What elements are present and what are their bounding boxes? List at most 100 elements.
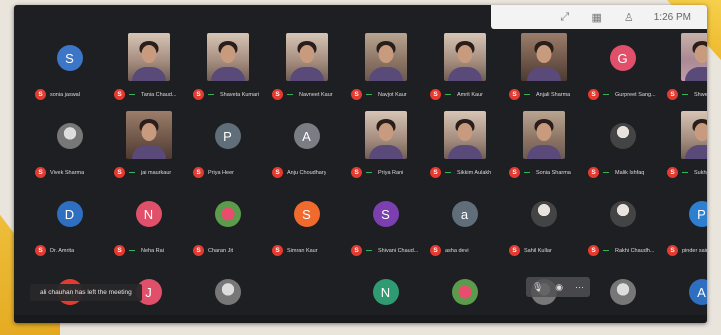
participant-name-bar: Sasha devi xyxy=(430,245,469,256)
participant-name: Sikkim Aulakh xyxy=(457,169,492,176)
participant-name: jai maurkaur xyxy=(141,169,172,176)
participant-avatar xyxy=(451,279,478,305)
more-icon[interactable]: ⋯ xyxy=(575,282,584,293)
fullscreen-icon[interactable]: ⤢ xyxy=(558,11,572,23)
speaker-badge-icon: S xyxy=(193,89,204,100)
participant-tile[interactable]: SAABID AMIN xyxy=(425,263,504,323)
participant-name-bar: Spinder saini xyxy=(667,245,707,256)
participant-video xyxy=(443,111,486,159)
speaker-badge-icon: S xyxy=(430,167,441,178)
participant-tile[interactable]: S Navjot Kaur xyxy=(346,29,425,107)
participant-cell: S Tania Chaud... xyxy=(112,31,185,105)
participant-tile[interactable]: S Priya Rani xyxy=(346,107,425,185)
participant-cell: S Anjali Sharma xyxy=(507,31,580,105)
participant-name-bar: S Anjali Sharma xyxy=(509,89,570,100)
camera-icon[interactable]: ◉ xyxy=(555,282,563,293)
participant-name: Navjot Kaur xyxy=(378,91,407,98)
participant-tile[interactable]: S Charan Jit xyxy=(188,185,267,263)
speaker-badge-icon: S xyxy=(193,245,204,256)
participant-tile[interactable]: SSimran Rai xyxy=(188,263,267,323)
participant-cell: P S Priya Heer xyxy=(191,109,264,183)
participant-cell: S Navjot Kaur xyxy=(349,31,422,105)
participant-video xyxy=(680,111,707,159)
participant-tile[interactable]: S S Simran Kaur xyxy=(267,185,346,263)
participant-avatar: N xyxy=(135,201,162,227)
participant-tile[interactable]: a Sasha devi xyxy=(425,185,504,263)
participant-cell: S Shaveta Kumari xyxy=(191,31,264,105)
participant-name: Priya Heer xyxy=(208,169,234,176)
participant-avatar xyxy=(56,123,83,149)
status-bar: ⤢ ▦ ♙ 1:26 PM xyxy=(491,5,707,29)
participant-name-bar: S Priya Heer xyxy=(193,167,234,178)
participant-tile[interactable]: G S Gurpreet Sang... xyxy=(583,29,662,107)
participant-cell: G S Gurpreet Sang... xyxy=(586,31,659,105)
participant-video xyxy=(443,33,486,81)
participant-cell: D S Dr. Amrita xyxy=(33,187,106,261)
participant-tile[interactable]: S Amrit Kaur xyxy=(425,29,504,107)
floating-controls[interactable]: 🎙 ◉ ⋯ xyxy=(526,277,590,297)
participant-name-bar: S Malik Ishfaq xyxy=(588,167,644,178)
participant-video xyxy=(206,33,249,81)
participant-tile[interactable]: S Shaveta Kumari xyxy=(188,29,267,107)
avatar-initial: D xyxy=(64,206,75,222)
participant-video xyxy=(127,33,170,81)
participant-cell: S Sukhpreet Kaur xyxy=(665,109,707,183)
participant-cell: S Sahil Kullar xyxy=(507,187,580,261)
participant-tile[interactable] xyxy=(267,263,346,323)
participant-tile[interactable]: S Ssonia jaswal xyxy=(30,29,109,107)
participant-avatar: S xyxy=(293,201,320,227)
participant-avatar xyxy=(214,279,241,305)
speaker-badge-icon: S xyxy=(35,167,46,178)
participant-tile[interactable]: S Rakhi Chaudh... xyxy=(583,185,662,263)
participant-avatar: P xyxy=(214,123,241,149)
participant-tile[interactable]: P S Priya Heer xyxy=(188,107,267,185)
participant-tile[interactable]: NSNishma Sahota xyxy=(346,263,425,323)
participant-tile[interactable]: S Sahil Kullar xyxy=(504,185,583,263)
participant-tile[interactable]: S Sikkim Aulakh xyxy=(425,107,504,185)
mic-icon[interactable]: 🎙 xyxy=(532,282,543,293)
participant-tile[interactable]: A S Anju Choudhary xyxy=(267,107,346,185)
people-icon[interactable]: ♙ xyxy=(622,11,636,24)
participant-name: Vivek Sharma xyxy=(50,169,85,176)
participant-tile[interactable]: S Shweta singh xyxy=(662,29,707,107)
participant-cell: S S Shivani Chaud... xyxy=(349,187,422,261)
participant-video xyxy=(364,33,407,81)
speaker-badge-icon: S xyxy=(509,89,520,100)
participant-tile[interactable]: N S Neha Rai xyxy=(109,185,188,263)
participant-tile[interactable]: S Vivek Sharma xyxy=(30,107,109,185)
participant-tile[interactable]: S Anjali Sharma xyxy=(504,29,583,107)
participant-tile[interactable]: S Navneet Kaur xyxy=(267,29,346,107)
participant-name: Charan Jit xyxy=(208,247,234,254)
audio-level-icon xyxy=(445,94,451,95)
participant-tile[interactable]: D S Dr. Amrita xyxy=(30,185,109,263)
avatar-initial: a xyxy=(460,206,469,222)
participant-tile[interactable]: Sjai maurkaur xyxy=(109,107,188,185)
participant-cell: S Priya Rani xyxy=(349,109,422,183)
participant-name: Shweta singh xyxy=(694,91,707,98)
participant-tile[interactable]: P Spinder saini xyxy=(662,185,707,263)
avatar-initial: S xyxy=(381,206,390,222)
participant-name: Shivani Chaud... xyxy=(378,247,419,254)
participant-tile[interactable]: S Tania Chaud... xyxy=(109,29,188,107)
audio-level-icon xyxy=(603,250,609,251)
participant-avatar: S xyxy=(372,201,399,227)
grid-view-icon[interactable]: ▦ xyxy=(590,11,604,24)
participant-tile[interactable]: S S Shivani Chaud... xyxy=(346,185,425,263)
participant-tile[interactable]: S Malik Ishfaq xyxy=(583,107,662,185)
participant-cell: a Sasha devi xyxy=(428,187,501,261)
speaker-badge-icon: S xyxy=(509,167,520,178)
participant-tile[interactable]: ASAjay Suman xyxy=(662,263,707,323)
participant-row: S Ssonia jaswal S Tania Chaud... S Shaveta Ku… xyxy=(30,29,707,107)
participant-avatar xyxy=(214,201,241,227)
participant-avatar: A xyxy=(293,123,320,149)
audio-level-icon xyxy=(524,94,530,95)
participant-tile[interactable]: S Sonia Sharma xyxy=(504,107,583,185)
speaker-badge-icon: S xyxy=(272,89,283,100)
participant-name: Anju Choudhary xyxy=(287,169,327,176)
avatar-initial: N xyxy=(143,206,154,222)
participant-tile[interactable]: SSukhdeep Off... xyxy=(583,263,662,323)
participant-name: Sonia Sharma xyxy=(536,169,571,176)
participant-tile[interactable]: S Sukhpreet Kaur xyxy=(662,107,707,185)
participant-row: D S Dr. Amrita N S Neha Rai S Charan Jit S S Simra… xyxy=(30,185,707,263)
participant-name: Sukhpreet Kaur xyxy=(694,169,707,176)
